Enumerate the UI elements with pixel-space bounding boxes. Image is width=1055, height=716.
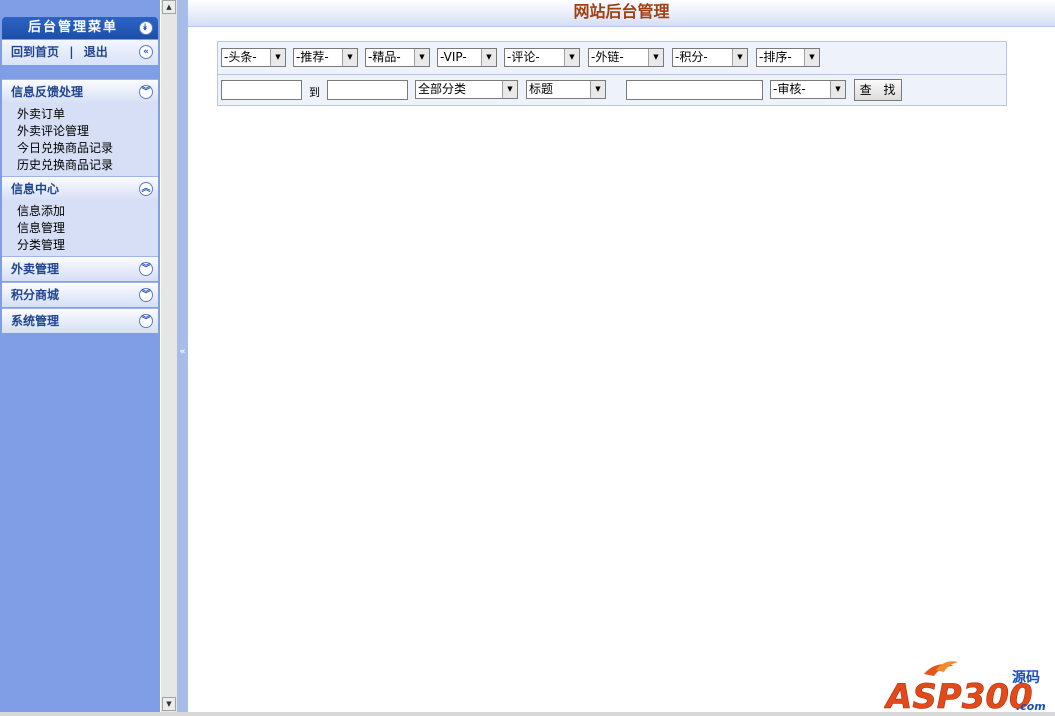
keyword-input[interactable] <box>626 80 763 100</box>
menu-item-info-add[interactable]: 信息添加 <box>17 203 158 220</box>
scroll-up-icon[interactable]: ▲ <box>162 0 176 14</box>
dropdown-arrow-icon: ▼ <box>830 81 845 98</box>
category-select[interactable]: 全部分类 ▼ <box>415 80 518 99</box>
frame-splitter[interactable]: « <box>177 0 188 716</box>
home-link[interactable]: 回到首页 <box>11 45 59 59</box>
dropdown-arrow-icon: ▼ <box>564 49 579 66</box>
featured-select[interactable]: -精品- ▼ <box>365 48 430 67</box>
section-header-info[interactable]: 信息中心 ︽ <box>2 176 158 201</box>
home-bar: 回到首页 | 退出 « <box>2 40 158 65</box>
menu-section-system: 系统管理 ︾ <box>2 308 158 333</box>
menu-item-info-manage[interactable]: 信息管理 <box>17 220 158 237</box>
audit-select[interactable]: -审核- ▼ <box>770 80 846 99</box>
filter-row-flags: -头条- ▼ -推荐- ▼ -精品- ▼ -VIP- ▼ -评论- ▼ -外链-… <box>218 42 1006 75</box>
double-left-icon[interactable]: « <box>139 45 153 59</box>
dropdown-arrow-icon: ▼ <box>590 81 605 98</box>
section-label: 外卖管理 <box>11 262 60 276</box>
main-content: 网站后台管理 -头条- ▼ -推荐- ▼ -精品- ▼ -VIP- ▼ -评论-… <box>188 0 1055 716</box>
menu-item-category-manage[interactable]: 分类管理 <box>17 237 158 254</box>
recommend-select[interactable]: -推荐- ▼ <box>293 48 358 67</box>
section-items: 外卖订单 外卖评论管理 今日兑换商品记录 历史兑换商品记录 <box>2 104 158 177</box>
sidebar-scrollbar[interactable]: ▲ ▼ <box>161 0 177 716</box>
section-header-feedback[interactable]: 信息反馈处理 ︾ <box>2 79 158 104</box>
menu-item-today-exchange[interactable]: 今日兑换商品记录 <box>17 140 158 157</box>
select-value: 标题 <box>529 82 554 96</box>
scroll-down-icon[interactable]: ▼ <box>162 697 176 711</box>
chevron-double-up-icon[interactable]: ︽ <box>139 182 153 196</box>
dropdown-arrow-icon: ▼ <box>648 49 663 66</box>
dropdown-arrow-icon: ▼ <box>502 81 517 98</box>
collapse-sidebar-icon[interactable]: « <box>177 347 188 357</box>
select-value: -外链- <box>591 50 624 64</box>
chevron-double-down-icon[interactable]: ︾ <box>139 314 153 328</box>
menu-item-takeout-orders[interactable]: 外卖订单 <box>17 106 158 123</box>
chevron-double-down-icon[interactable]: ︾ <box>139 85 153 99</box>
filter-row-search: 到 全部分类 ▼ 标题 ▼ -审核- ▼ 查 找 <box>218 74 1006 106</box>
select-value: -推荐- <box>296 50 329 64</box>
menu-section-info: 信息中心 ︽ 信息添加 信息管理 分类管理 <box>2 176 158 257</box>
select-value: 全部分类 <box>418 82 467 96</box>
sidebar: 后台管理菜单 ⯯ 回到首页 | 退出 « 信息反馈处理 ︾ 外卖订单 外卖评论管… <box>0 0 160 716</box>
field-select[interactable]: 标题 ▼ <box>526 80 606 99</box>
section-label: 积分商城 <box>11 288 60 302</box>
search-button[interactable]: 查 找 <box>854 79 902 101</box>
select-value: -头条- <box>224 50 257 64</box>
dropdown-arrow-icon: ▼ <box>481 49 496 66</box>
comment-select[interactable]: -评论- ▼ <box>504 48 580 67</box>
select-value: -排序- <box>759 50 792 64</box>
menu-section-feedback: 信息反馈处理 ︾ 外卖订单 外卖评论管理 今日兑换商品记录 历史兑换商品记录 <box>2 79 158 177</box>
section-header-takeout[interactable]: 外卖管理 ︾ <box>2 256 158 281</box>
menu-section-takeout: 外卖管理 ︾ <box>2 256 158 281</box>
dropdown-arrow-icon: ▼ <box>732 49 747 66</box>
dropdown-arrow-icon: ▼ <box>804 49 819 66</box>
sort-select[interactable]: -排序- ▼ <box>756 48 820 67</box>
window-bottom-edge <box>0 712 1055 716</box>
asp300-logo: ASP300 源码 .com <box>884 661 1046 714</box>
chevron-double-down-icon[interactable]: ︾ <box>139 262 153 276</box>
menu-item-history-exchange[interactable]: 历史兑换商品记录 <box>17 157 158 174</box>
page-title: 网站后台管理 <box>188 0 1055 27</box>
section-label: 信息中心 <box>11 182 60 196</box>
chevron-double-down-icon[interactable]: ︾ <box>139 288 153 302</box>
logout-link[interactable]: 退出 <box>84 45 108 59</box>
vip-select[interactable]: -VIP- ▼ <box>437 48 497 67</box>
headline-select[interactable]: -头条- ▼ <box>221 48 286 67</box>
points-select[interactable]: -积分- ▼ <box>672 48 748 67</box>
menu-section-points-mall: 积分商城 ︾ <box>2 282 158 307</box>
section-label: 系统管理 <box>11 314 60 328</box>
section-label: 信息反馈处理 <box>11 85 84 99</box>
menu-title: 后台管理菜单 ⯯ <box>2 17 158 39</box>
select-value: -评论- <box>507 50 540 64</box>
select-value: -积分- <box>675 50 708 64</box>
select-value: -VIP- <box>440 50 467 64</box>
date-from-input[interactable] <box>221 80 302 100</box>
section-header-system[interactable]: 系统管理 ︾ <box>2 308 158 333</box>
select-value: -精品- <box>368 50 401 64</box>
menu-item-takeout-comments[interactable]: 外卖评论管理 <box>17 123 158 140</box>
select-value: -审核- <box>773 82 806 96</box>
link-separator: | <box>69 45 74 59</box>
logo-text: ASP300 <box>884 677 1033 714</box>
logo-chinese: 源码 <box>1012 669 1040 686</box>
date-to-label: 到 <box>309 86 320 99</box>
filter-panel: -头条- ▼ -推荐- ▼ -精品- ▼ -VIP- ▼ -评论- ▼ -外链-… <box>217 41 1007 106</box>
section-header-points-mall[interactable]: 积分商城 ︾ <box>2 282 158 307</box>
dropdown-arrow-icon: ▼ <box>270 49 285 66</box>
collapse-all-icon[interactable]: ⯯ <box>139 21 153 35</box>
date-to-input[interactable] <box>327 80 408 100</box>
dropdown-arrow-icon: ▼ <box>414 49 429 66</box>
section-items: 信息添加 信息管理 分类管理 <box>2 201 158 257</box>
dropdown-arrow-icon: ▼ <box>342 49 357 66</box>
menu-title-label: 后台管理菜单 <box>28 20 119 35</box>
external-link-select[interactable]: -外链- ▼ <box>588 48 664 67</box>
